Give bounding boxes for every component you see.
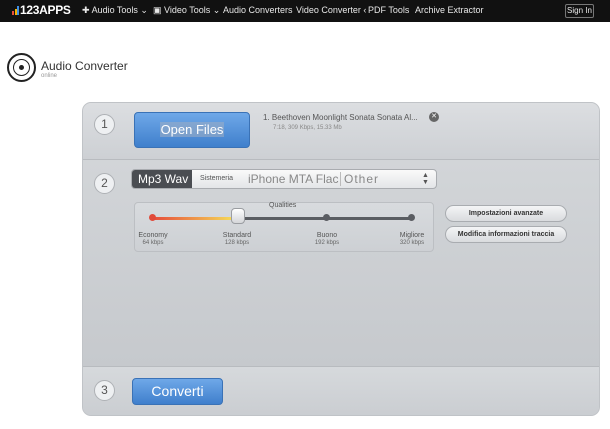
converter-panel: 1 Open Files 1. Beethoven Moonlight Sona… [82,102,600,416]
sign-in-button[interactable]: Sign In [565,4,594,18]
open-files-button[interactable]: Open Files [134,112,250,148]
remove-file-icon[interactable]: ✕ [429,112,439,122]
logo-bars-icon [12,6,19,15]
nav-video-converter[interactable]: Video Converter ‹ [296,5,366,15]
convert-button[interactable]: Converti [132,378,223,405]
video-play-icon: ▣ [153,5,162,15]
nav-video-tools[interactable]: ▣ Video Tools ⌄ [153,5,220,16]
format-list[interactable]: iPhone MTA Flac [248,170,338,188]
quality-tick-good[interactable] [323,214,330,221]
nav-audio-tools[interactable]: ✚ Audio Tools ⌄ [82,5,148,16]
step-number-2: 2 [94,173,115,194]
quality-rate-economy: 64 kbps [142,240,164,246]
quality-name-economy: Economy [138,232,168,239]
site-logo[interactable]: 123APPS [12,3,71,17]
format-other[interactable]: Other [344,170,379,188]
nav-audio-converters[interactable]: Audio Converters [223,5,293,15]
step-open-files: 1 Open Files 1. Beethoven Moonlight Sona… [83,103,599,160]
quality-tick-economy[interactable] [149,214,156,221]
plus-icon: ✚ [82,5,90,15]
step-convert: 3 Converti [83,367,599,415]
step-number-3: 3 [94,380,115,401]
quality-name-good: Buono [316,232,338,239]
quality-name-best: Migliore [399,232,425,239]
quality-label: Qualities [269,202,297,209]
page-title: Audio Converter [41,59,128,73]
format-divider [340,172,341,186]
page-subtitle: online [41,73,58,79]
format-mp3-wav[interactable]: Mp3 Wav [132,170,192,188]
quality-name-standard: Standard [222,232,252,239]
quality-tick-best[interactable] [408,214,415,221]
quality-slider-handle[interactable] [231,208,246,224]
advanced-settings-button[interactable]: Impostazioni avanzate [445,205,567,222]
format-settings[interactable]: Sistemeria [200,170,233,188]
audio-disc-icon [7,53,36,82]
file-name: 1. Beethoven Moonlight Sonata Sonata Al.… [263,113,418,122]
quality-slider-box: Qualities Economy 64 kbps Standard 128 k… [134,202,434,252]
file-meta: 7:18, 309 Kbps, 15.33 Mb [273,125,342,131]
chevron-updown-icon[interactable]: ▲ ▼ [422,172,429,186]
step-number-1: 1 [94,114,115,135]
format-selector[interactable]: Mp3 Wav Sistemeria iPhone MTA Flac Other… [131,169,437,189]
step-format-quality: 2 Mp3 Wav Sistemeria iPhone MTA Flac Oth… [83,160,599,367]
quality-rate-good: 192 kbps [314,240,340,246]
top-nav: 123APPS ✚ Audio Tools ⌄ ▣ Video Tools ⌄ … [0,0,610,22]
quality-rate-standard: 128 kbps [224,240,250,246]
edit-track-info-button[interactable]: Modifica informazioni traccia [445,226,567,243]
nav-archive-extractor[interactable]: Archive Extractor [415,5,484,15]
quality-rate-best: 320 kbps [399,240,425,246]
nav-pdf-tools[interactable]: PDF Tools [368,5,409,15]
quality-track-fill [152,217,239,220]
